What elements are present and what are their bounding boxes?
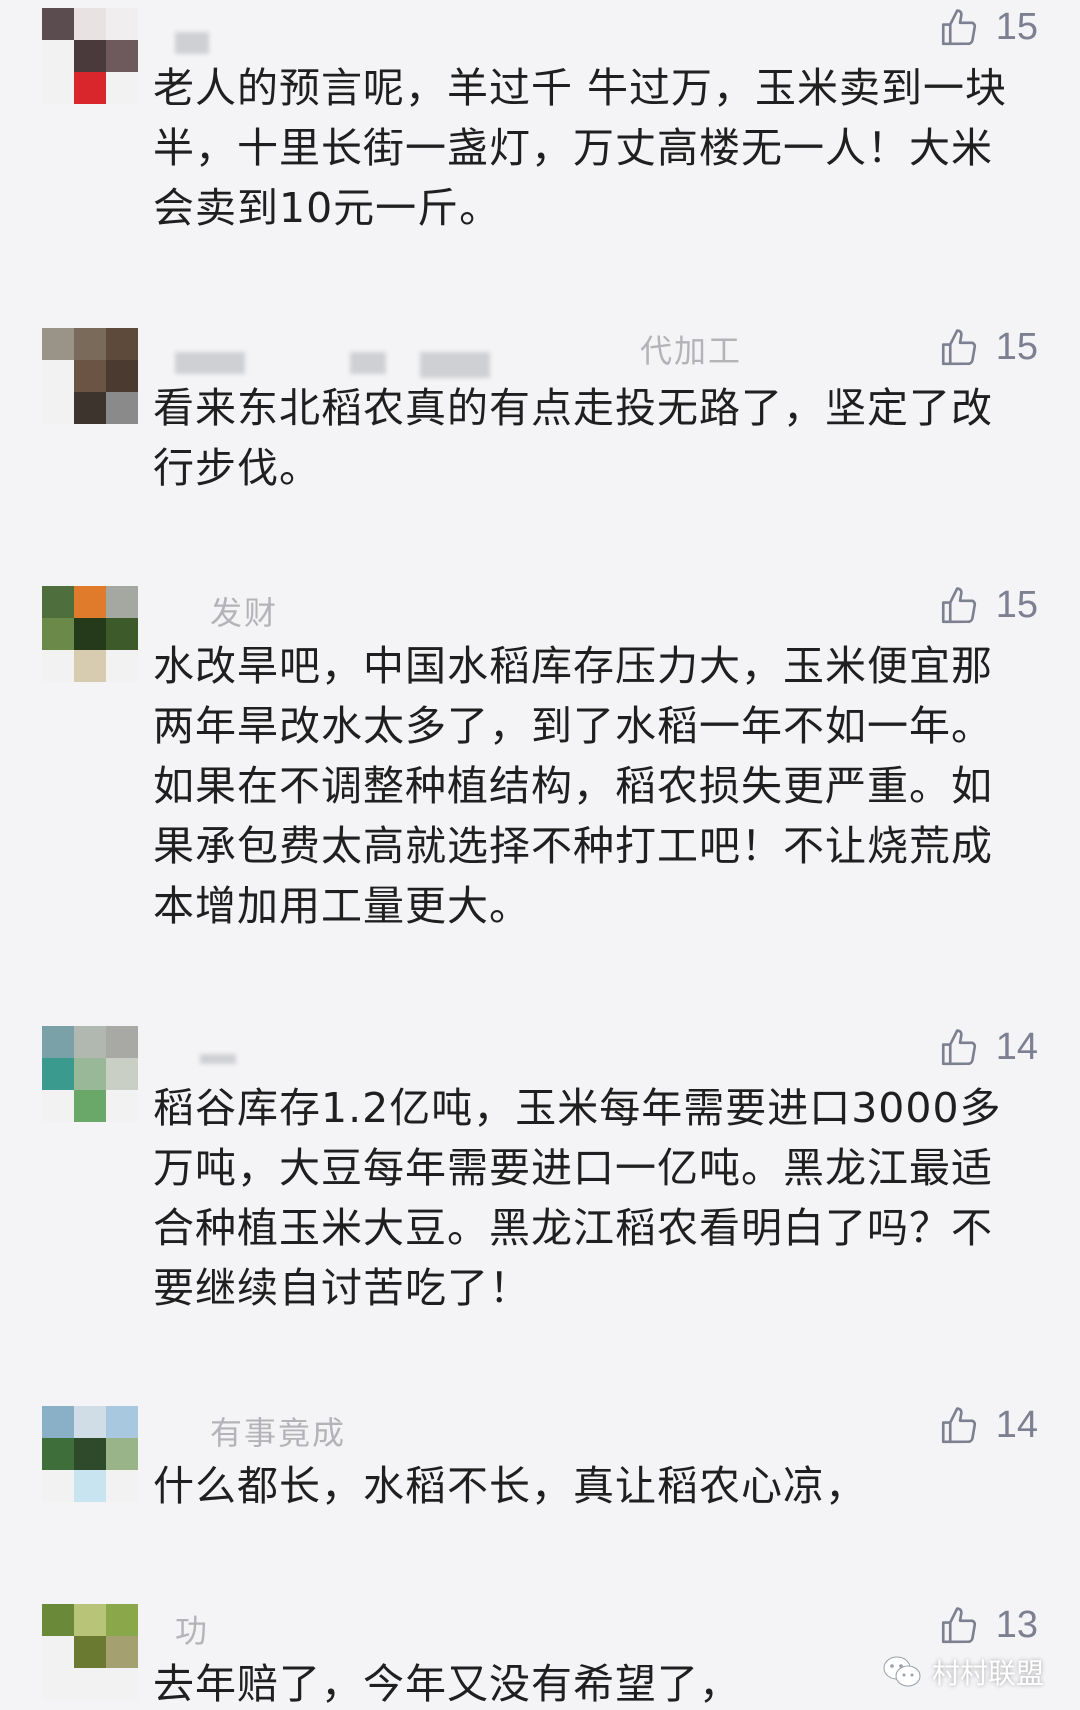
thumbs-up-icon (941, 1606, 976, 1643)
avatar[interactable] (42, 8, 138, 104)
like-button[interactable]: 15 (938, 6, 1038, 49)
watermark: 村村联盟 (882, 1652, 1044, 1692)
like-button[interactable]: 15 (938, 584, 1038, 627)
comment-text: 稻谷库存1.2亿吨，玉米每年需要进口3000多万吨，大豆每年需要进口一亿吨。黑龙… (153, 1084, 1002, 1312)
thumbs-up-icon (941, 1028, 976, 1065)
avatar[interactable] (42, 586, 138, 682)
comment-text: 看来东北稻农真的有点走投无路了，坚定了改行步伐。 (153, 384, 993, 492)
avatar[interactable] (42, 1026, 138, 1122)
wechat-icon (883, 1656, 921, 1687)
like-button[interactable]: 14 (938, 1026, 1038, 1069)
thumbs-up-icon (941, 328, 976, 365)
username[interactable]: 发财 (210, 588, 278, 634)
comment-text: 水改旱吧，中国水稻库存压力大，玉米便宜那两年旱改水太多了，到了水稻一年不如一年。… (153, 642, 993, 930)
avatar[interactable] (42, 328, 138, 424)
like-button[interactable]: 15 (938, 326, 1038, 369)
like-count: 15 (995, 6, 1038, 48)
like-count: 15 (995, 584, 1038, 626)
thumbs-up-icon (941, 586, 976, 623)
thumbs-up-icon (941, 1406, 976, 1443)
comment-text: 什么都长，水稻不长，真让稻农心凉， (153, 1462, 867, 1510)
avatar[interactable] (42, 1406, 138, 1502)
comment-text: 老人的预言呢，羊过千 牛过万，玉米卖到一块半，十里长街一盏灯，万丈高楼无一人！大… (153, 64, 1008, 232)
username[interactable]: 功 (175, 1606, 209, 1652)
like-button[interactable]: 13 (938, 1604, 1038, 1647)
like-count: 14 (995, 1404, 1038, 1446)
like-count: 14 (995, 1026, 1038, 1068)
thumbs-up-icon (941, 8, 976, 45)
like-count: 13 (995, 1604, 1038, 1646)
watermark-text: 村村联盟 (931, 1657, 1044, 1690)
username[interactable]: 代加工 (640, 326, 742, 372)
like-count: 15 (995, 326, 1038, 368)
username[interactable]: 有事竟成 (210, 1408, 346, 1454)
avatar[interactable] (42, 1604, 138, 1700)
like-button[interactable]: 14 (938, 1404, 1038, 1447)
